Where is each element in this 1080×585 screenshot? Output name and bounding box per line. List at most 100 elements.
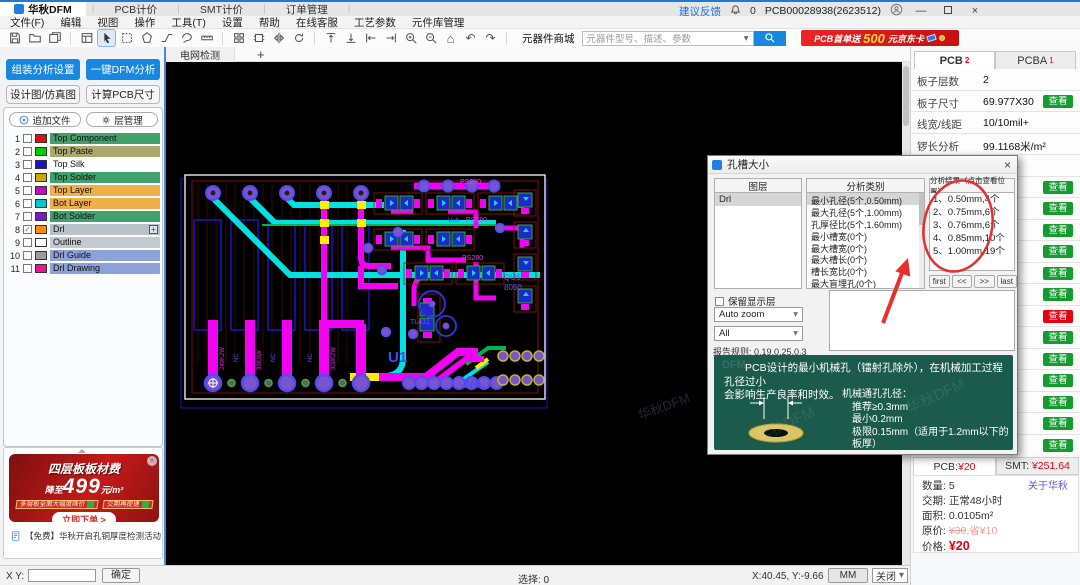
ad-collapse-icon[interactable] xyxy=(78,449,86,453)
pager-last-button[interactable]: last xyxy=(997,275,1018,288)
one-click-dfm-button[interactable]: 一键DFM分析 xyxy=(86,59,160,80)
view-button-error[interactable]: 查看 xyxy=(1043,310,1073,323)
board-view-icon[interactable] xyxy=(78,30,95,46)
dialog-layer-item[interactable]: Drl xyxy=(715,193,801,206)
layer-checkbox[interactable] xyxy=(23,251,32,260)
layer-checkbox[interactable] xyxy=(23,186,32,195)
net-check-select[interactable]: 关闭▾ xyxy=(872,568,908,583)
polygon-select-icon[interactable] xyxy=(138,30,155,46)
zoom-out-icon[interactable] xyxy=(422,30,439,46)
assembly-analysis-button[interactable]: 组装分析设置 xyxy=(6,59,80,80)
view-button[interactable]: 查看 xyxy=(1043,202,1073,215)
redo-icon[interactable]: ↷ xyxy=(482,30,499,46)
view-button[interactable]: 查看 xyxy=(1043,331,1073,344)
menu-online-service[interactable]: 在线客服 xyxy=(296,15,338,30)
category-item[interactable]: 最大孔径(5个,1.00mm) xyxy=(807,205,924,217)
route-icon[interactable] xyxy=(158,30,175,46)
design-sim-button[interactable]: 设计图/仿真图 xyxy=(6,85,80,104)
layer-row-drl[interactable]: 8 ✓ Drl+ xyxy=(6,223,160,236)
promo-banner[interactable]: PCB首单送 500 元京东卡 xyxy=(801,30,959,46)
ad-order-button[interactable]: 立即下单 > xyxy=(52,512,116,522)
layer-checkbox[interactable] xyxy=(23,212,32,221)
layer-checkbox[interactable] xyxy=(23,147,32,156)
open-icon[interactable] xyxy=(26,30,43,46)
component-icon[interactable] xyxy=(250,30,267,46)
layer-row-top-component[interactable]: 1 Top Component xyxy=(6,132,160,145)
layer-manager-button[interactable]: 层管理 xyxy=(86,112,158,127)
xy-input[interactable] xyxy=(28,569,96,582)
layer-checkbox[interactable] xyxy=(23,238,32,247)
layer-checkbox[interactable] xyxy=(23,134,32,143)
news-item[interactable]: 【免费】华秋开启孔铜厚度检测活动 xyxy=(11,530,161,542)
align-bottom-icon[interactable] xyxy=(342,30,359,46)
price-tab-smt[interactable]: SMT: ¥251.64 xyxy=(996,457,1079,475)
tab-pcb-report[interactable]: PCB2 xyxy=(914,51,995,69)
append-file-button[interactable]: 追加文件 xyxy=(9,112,81,127)
view-button[interactable]: 查看 xyxy=(1043,181,1073,194)
category-item[interactable]: 最小孔径(5个,0.50mm) xyxy=(807,193,924,205)
view-button[interactable]: 查看 xyxy=(1043,245,1073,258)
xy-confirm-button[interactable]: 确定 xyxy=(102,568,140,583)
result-item[interactable]: 1、0.50mm,4个 xyxy=(930,193,1014,206)
layer-row-drl-drawing[interactable]: 11 Drl Drawing xyxy=(6,262,160,275)
align-top-icon[interactable] xyxy=(322,30,339,46)
keep-layer-checkbox[interactable] xyxy=(715,297,724,306)
tab-net-check[interactable]: 电网检测 xyxy=(166,47,235,62)
view-button[interactable]: 查看 xyxy=(1043,439,1073,452)
layer-checkbox[interactable] xyxy=(23,160,32,169)
dialog-close-icon[interactable]: × xyxy=(1004,158,1011,172)
align-left-icon[interactable] xyxy=(362,30,379,46)
promo-card[interactable]: × 四层板板材费 降至499元/m² 多层板全面大幅度降价 交期再提速 立即下单… xyxy=(9,454,159,522)
ad-close-icon[interactable]: × xyxy=(147,456,157,466)
calc-pcb-size-button[interactable]: 计算PCB尺寸 xyxy=(86,85,160,104)
category-item[interactable]: 最大槽宽(0个) xyxy=(807,241,924,253)
unit-button[interactable]: MM xyxy=(828,568,868,583)
home-icon[interactable]: ⌂ xyxy=(442,30,459,46)
layer-row-bot-layer[interactable]: 6 Bot Layer xyxy=(6,197,160,210)
undo-icon[interactable]: ↶ xyxy=(462,30,479,46)
menu-edit[interactable]: 编辑 xyxy=(60,15,81,30)
zoom-in-icon[interactable] xyxy=(402,30,419,46)
panelize-icon[interactable] xyxy=(230,30,247,46)
menu-file[interactable]: 文件(F) xyxy=(10,15,44,30)
view-button[interactable]: 查看 xyxy=(1043,374,1073,387)
menu-tools[interactable]: 工具(T) xyxy=(171,15,205,30)
layer-row-top-paste[interactable]: 2 Top Paste xyxy=(6,145,160,158)
menu-view[interactable]: 视图 xyxy=(97,15,118,30)
lasso-select-icon[interactable] xyxy=(178,30,195,46)
save-all-icon[interactable] xyxy=(46,30,63,46)
view-button[interactable]: 查看 xyxy=(1043,95,1073,108)
menu-operate[interactable]: 操作 xyxy=(134,15,155,30)
dialog-titlebar[interactable]: 孔槽大小 × xyxy=(708,156,1017,174)
category-scrollbar[interactable] xyxy=(919,193,924,288)
view-button[interactable]: 查看 xyxy=(1043,224,1073,237)
layer-row-top-layer[interactable]: 5 Top Layer xyxy=(6,184,160,197)
view-button[interactable]: 查看 xyxy=(1043,267,1073,280)
menu-help[interactable]: 帮助 xyxy=(259,15,280,30)
view-button[interactable]: 查看 xyxy=(1043,288,1073,301)
menu-component-library[interactable]: 元件库管理 xyxy=(412,15,465,30)
menu-process-params[interactable]: 工艺参数 xyxy=(354,15,396,30)
cursor-select-icon[interactable] xyxy=(98,30,115,46)
expand-icon[interactable]: + xyxy=(149,225,158,234)
filter-select[interactable]: All▾ xyxy=(714,326,803,341)
layer-row-bot-solder[interactable]: 7 Bot Solder xyxy=(6,210,160,223)
result-item[interactable]: 2、0.75mm,6个 xyxy=(930,206,1014,219)
mirror-icon[interactable] xyxy=(270,30,287,46)
layer-checkbox[interactable] xyxy=(23,199,32,208)
layer-row-top-silk[interactable]: 3 Top Silk xyxy=(6,158,160,171)
marquee-select-icon[interactable] xyxy=(118,30,135,46)
category-item[interactable]: 孔厚径比(5个,1.60mm) xyxy=(807,217,924,229)
tab-pcba-report[interactable]: PCBA1 xyxy=(995,51,1076,69)
search-input[interactable]: 元器件型号、描述、参数 ▾ xyxy=(582,31,754,46)
pager-next-button[interactable]: >> xyxy=(974,275,995,288)
layer-row-outline[interactable]: 9 Outline xyxy=(6,236,160,249)
layer-checkbox[interactable] xyxy=(23,173,32,182)
about-link[interactable]: 关于华秋 xyxy=(1028,479,1068,494)
price-tab-pcb[interactable]: PCB:¥20 xyxy=(913,457,996,475)
rotate-icon[interactable] xyxy=(290,30,307,46)
zoom-mode-select[interactable]: Auto zoom▾ xyxy=(714,307,803,322)
layer-checkbox[interactable] xyxy=(23,264,32,273)
category-item[interactable]: 最大盲埋孔(0个) xyxy=(807,276,924,288)
result-item[interactable]: 4、0.85mm,10个 xyxy=(930,232,1014,245)
